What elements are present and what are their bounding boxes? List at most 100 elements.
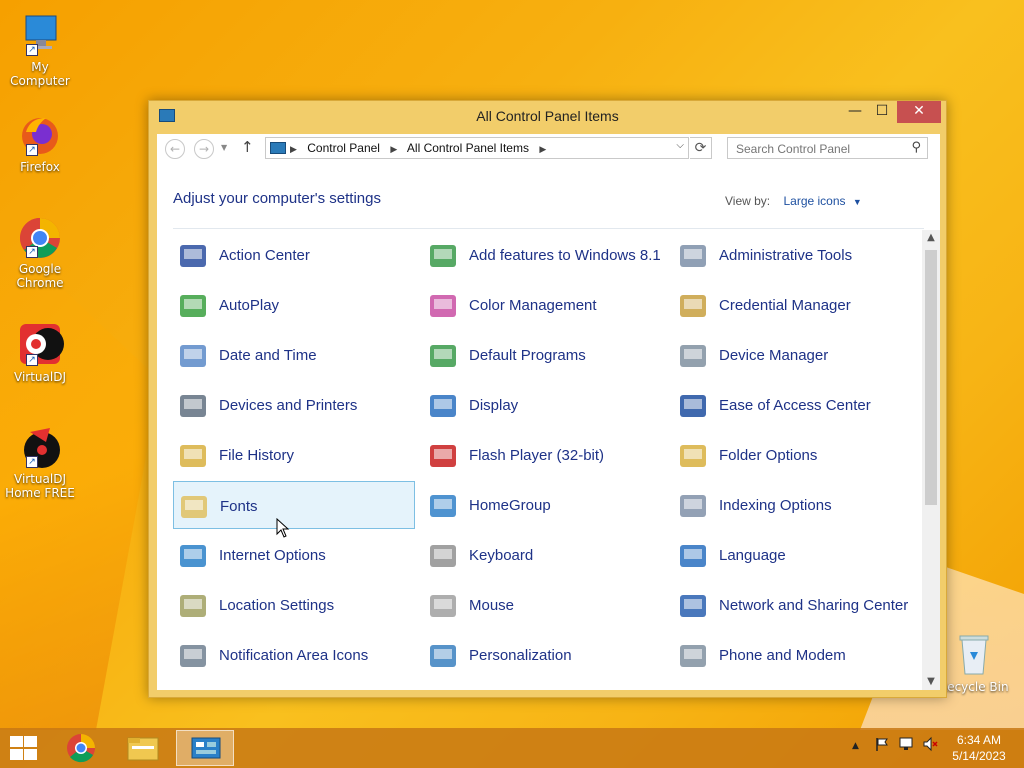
control-panel-item-indexing-options[interactable]: Indexing Options bbox=[673, 481, 915, 529]
forward-button[interactable]: → bbox=[194, 139, 214, 159]
mouse-icon bbox=[427, 590, 459, 622]
credential-manager-icon bbox=[677, 290, 709, 322]
file-history-icon bbox=[177, 440, 209, 472]
breadcrumb-control-panel[interactable]: Control Panel bbox=[307, 141, 380, 155]
control-panel-item-administrative-tools[interactable]: Administrative Tools bbox=[673, 231, 915, 279]
internet-options-icon bbox=[177, 540, 209, 572]
control-panel-item-credential-manager[interactable]: Credential Manager bbox=[673, 281, 915, 329]
control-panel-item-internet-options[interactable]: Internet Options bbox=[173, 531, 415, 579]
desktop-icon-label: VirtualDJ Home FREE bbox=[5, 472, 75, 500]
control-panel-item-label: File History bbox=[219, 446, 295, 464]
control-panel-item-label: Folder Options bbox=[719, 446, 818, 464]
control-panel-item-label: Fonts bbox=[220, 497, 258, 515]
homegroup-icon bbox=[427, 490, 459, 522]
volume-muted-icon[interactable] bbox=[922, 736, 938, 755]
notification-area-icons-icon bbox=[177, 640, 209, 672]
control-panel-item-mouse[interactable]: Mouse bbox=[423, 581, 665, 629]
control-panel-item-file-history[interactable]: File History bbox=[173, 431, 415, 479]
desktop-icon-recycle-bin[interactable]: Recycle Bin bbox=[936, 630, 1012, 694]
control-panel-item-display[interactable]: Display bbox=[423, 381, 665, 429]
ease-of-access-center-icon bbox=[677, 390, 709, 422]
show-hidden-icons-button[interactable]: ▲ bbox=[852, 741, 859, 751]
desktop-icon-my-computer[interactable]: ↗ My Computer bbox=[2, 10, 78, 88]
content-pane: Adjust your computer's settings View by:… bbox=[157, 164, 940, 690]
recent-locations-dropdown[interactable]: ▼ bbox=[221, 143, 227, 152]
scroll-thumb[interactable] bbox=[925, 250, 937, 505]
administrative-tools-icon bbox=[677, 240, 709, 272]
address-dropdown-icon[interactable]: ⌵ bbox=[676, 140, 684, 151]
control-panel-item-device-manager[interactable]: Device Manager bbox=[673, 331, 915, 379]
control-panel-item-fonts[interactable]: Fonts bbox=[173, 481, 415, 529]
virtualdj-home-icon: ↗ bbox=[16, 422, 64, 470]
address-bar[interactable]: ▶ Control Panel ▶ All Control Panel Item… bbox=[265, 137, 689, 159]
close-button[interactable]: ✕ bbox=[897, 101, 941, 123]
control-panel-item-label: Color Management bbox=[469, 296, 597, 314]
control-panel-item-add-features-to-windows-8-1[interactable]: Add features to Windows 8.1 bbox=[423, 231, 665, 279]
back-button[interactable]: ← bbox=[165, 139, 185, 159]
control-panel-item-label: Action Center bbox=[219, 246, 310, 264]
desktop-icon-firefox[interactable]: ↗ Firefox bbox=[2, 110, 78, 174]
view-by: View by: Large icons ▼ bbox=[725, 194, 862, 208]
up-button[interactable]: ↑ bbox=[241, 138, 254, 156]
control-panel-item-default-programs[interactable]: Default Programs bbox=[423, 331, 665, 379]
phone-and-modem-icon bbox=[677, 640, 709, 672]
control-panel-item-label: Flash Player (32-bit) bbox=[469, 446, 605, 464]
control-panel-item-homegroup[interactable]: HomeGroup bbox=[423, 481, 665, 529]
control-panel-item-keyboard[interactable]: Keyboard bbox=[423, 531, 665, 579]
desktop-icon-virtualdj-home[interactable]: ↗ VirtualDJ Home FREE bbox=[2, 422, 78, 500]
start-button[interactable] bbox=[8, 736, 38, 760]
action-center-flag-icon[interactable] bbox=[874, 736, 890, 755]
page-title: Adjust your computer's settings bbox=[173, 190, 381, 207]
control-panel-item-label: Notification Area Icons bbox=[219, 646, 369, 664]
taskbar-chrome[interactable] bbox=[52, 730, 110, 766]
virtualdj-icon: ↗ bbox=[16, 320, 64, 368]
search-box[interactable]: ⚲ bbox=[727, 137, 928, 159]
control-panel-item-notification-area-icons[interactable]: Notification Area Icons bbox=[173, 631, 415, 679]
taskbar-control-panel[interactable] bbox=[176, 730, 234, 766]
view-by-dropdown[interactable]: Large icons bbox=[783, 194, 845, 208]
fonts-icon bbox=[178, 491, 210, 523]
clock-date: 5/14/2023 bbox=[952, 749, 1006, 763]
navigation-bar: ← → ▼ ↑ ▶ Control Panel ▶ All Control Pa… bbox=[157, 134, 940, 164]
control-panel-item-label: Devices and Printers bbox=[219, 396, 358, 414]
desktop-icon-virtualdj[interactable]: ↗ VirtualDJ bbox=[2, 320, 78, 384]
search-icon[interactable]: ⚲ bbox=[911, 140, 921, 155]
control-panel-item-devices-and-printers[interactable]: Devices and Printers bbox=[173, 381, 415, 429]
scroll-up-arrow[interactable]: ▲ bbox=[922, 230, 940, 246]
control-panel-item-flash-player-32-bit[interactable]: Flash Player (32-bit) bbox=[423, 431, 665, 479]
control-panel-item-autoplay[interactable]: AutoPlay bbox=[173, 281, 415, 329]
control-panel-item-label: Add features to Windows 8.1 bbox=[469, 246, 661, 264]
chevron-down-icon[interactable]: ▼ bbox=[853, 197, 862, 207]
control-panel-item-color-management[interactable]: Color Management bbox=[423, 281, 665, 329]
control-panel-item-ease-of-access-center[interactable]: Ease of Access Center bbox=[673, 381, 915, 429]
control-panel-item-location-settings[interactable]: Location Settings bbox=[173, 581, 415, 629]
control-panel-item-label: Administrative Tools bbox=[719, 246, 853, 264]
devices-and-printers-icon bbox=[177, 390, 209, 422]
refresh-button[interactable]: ⟳ bbox=[690, 137, 712, 159]
autoplay-icon bbox=[177, 290, 209, 322]
control-panel-item-language[interactable]: Language bbox=[673, 531, 915, 579]
minimize-button[interactable]: — bbox=[841, 101, 869, 123]
control-panel-item-network-and-sharing-center[interactable]: Network and Sharing Center bbox=[673, 581, 915, 629]
network-icon[interactable] bbox=[898, 736, 914, 755]
control-panel-item-label: Mouse bbox=[469, 596, 515, 614]
control-panel-item-date-and-time[interactable]: Date and Time bbox=[173, 331, 415, 379]
scroll-down-arrow[interactable]: ▼ bbox=[922, 674, 940, 690]
maximize-button[interactable]: ☐ bbox=[869, 101, 895, 123]
title-bar[interactable]: All Control Panel Items — ☐ ✕ bbox=[149, 101, 946, 131]
control-panel-item-label: Ease of Access Center bbox=[719, 396, 871, 414]
clock[interactable]: 6:34 AM 5/14/2023 bbox=[944, 732, 1014, 764]
taskbar-file-explorer[interactable] bbox=[114, 730, 172, 766]
control-panel-item-label: Language bbox=[719, 546, 786, 564]
breadcrumb-all-items[interactable]: All Control Panel Items bbox=[407, 141, 529, 155]
desktop-icon-chrome[interactable]: ↗ Google Chrome bbox=[2, 212, 78, 290]
control-panel-item-personalization[interactable]: Personalization bbox=[423, 631, 665, 679]
add-features-to-windows-8-1-icon bbox=[427, 240, 459, 272]
vertical-scrollbar[interactable]: ▲ ▼ bbox=[922, 230, 940, 690]
control-panel-item-label: Phone and Modem bbox=[719, 646, 846, 664]
control-panel-item-folder-options[interactable]: Folder Options bbox=[673, 431, 915, 479]
control-panel-item-action-center[interactable]: Action Center bbox=[173, 231, 415, 279]
control-panel-item-label: Network and Sharing Center bbox=[719, 596, 909, 614]
control-panel-item-phone-and-modem[interactable]: Phone and Modem bbox=[673, 631, 915, 679]
search-input[interactable] bbox=[728, 139, 898, 159]
